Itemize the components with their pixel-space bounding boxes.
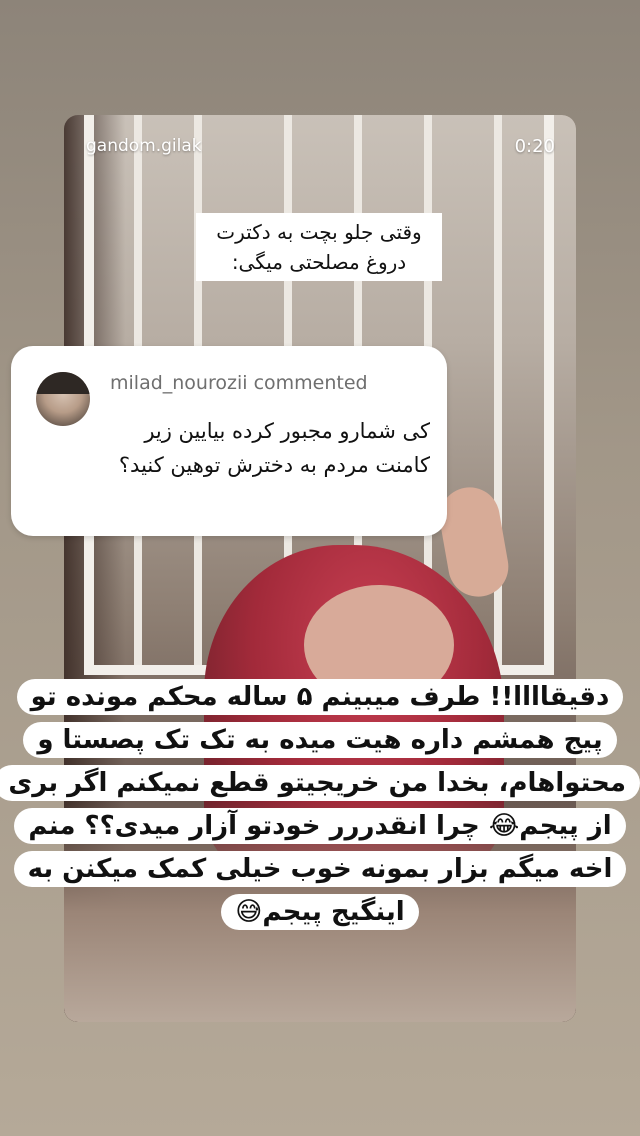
story-text-overlay: دقیقاااا!! طرف میبینم ۵ ساله محکم مونده … (0, 676, 640, 934)
user-avatar-icon[interactable] (36, 372, 90, 426)
avatar-hair (36, 372, 90, 394)
comment-text: کی شمارو مجبور کرده بیایین زیر کامنت مرد… (118, 419, 430, 477)
video-caption: وقتی جلو بچت به دکترت دروغ مصلحتی میگی: (196, 213, 442, 281)
comment-author[interactable]: milad_nourozii commented (110, 372, 368, 394)
story-timer: 0:20 (514, 136, 555, 157)
story-screen: gandom.gilak 0:20 وقتی جلو بچت به دکترت … (0, 0, 640, 1136)
story-username[interactable]: gandom.gilak (86, 136, 202, 156)
story-text-content: دقیقاااا!! طرف میبینم ۵ ساله محکم مونده … (0, 679, 640, 930)
